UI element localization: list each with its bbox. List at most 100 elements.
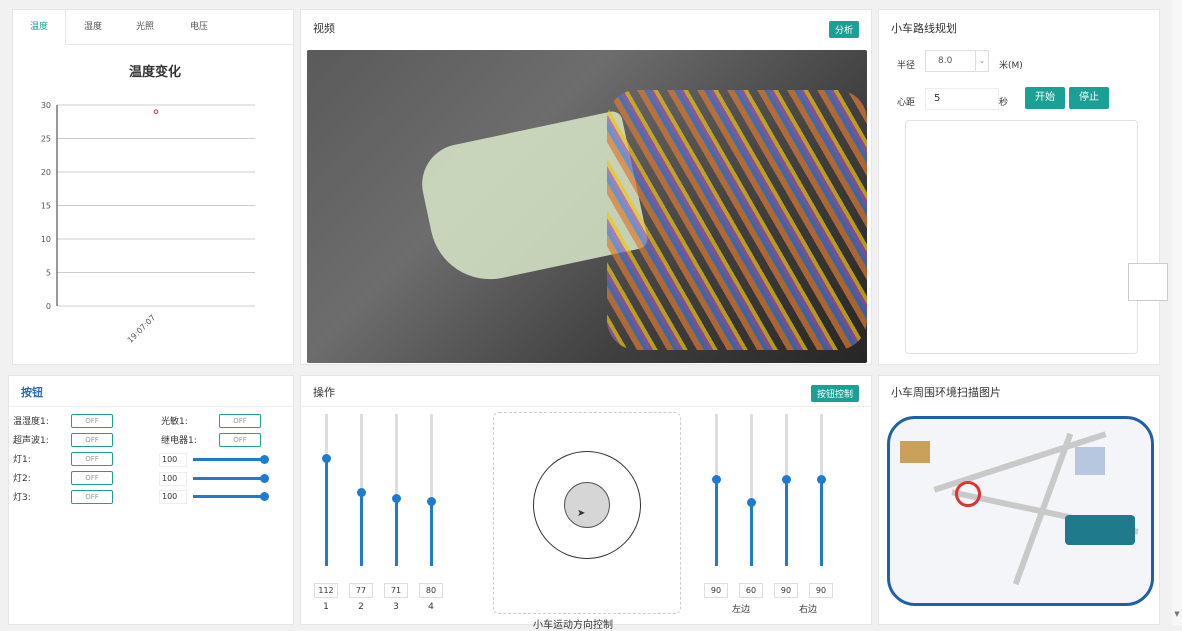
toggle-button[interactable]: OFF — [219, 433, 261, 447]
stop-button[interactable]: 停止 — [1069, 87, 1109, 109]
joystick-area[interactable]: ➤ — [493, 412, 681, 614]
y-tick-label: 30 — [41, 101, 51, 110]
radius-unit: 米(M) — [999, 61, 1023, 71]
video-stream-placeholder — [307, 50, 867, 363]
tab-light[interactable]: 光照 — [119, 10, 171, 42]
wheel-value-box[interactable]: 90 — [809, 583, 833, 598]
speed-input[interactable]: 5 — [925, 88, 999, 110]
route-title: 小车路线规划 — [891, 22, 957, 35]
slider-fill — [785, 479, 788, 566]
tab-voltage[interactable]: 电压 — [173, 10, 225, 42]
scan-panel: 小车周围环境扫描图片 — [878, 375, 1160, 625]
route-panel: 小车路线规划 半径 8.0 ⌄ 米(M) 心距 5 秒 开始 停止 — [878, 9, 1160, 365]
y-tick-label: 10 — [41, 235, 51, 244]
brightness-slider[interactable] — [193, 474, 269, 483]
slider-fill — [715, 479, 718, 566]
servo-value-box[interactable]: 80 — [419, 583, 443, 598]
slider-knob[interactable] — [782, 475, 791, 485]
data-point — [153, 109, 159, 115]
chart-panel: 温度 湿度 光照 电压 温度变化 0 5 10 15 20 25 30 19:07:07 — [12, 9, 294, 365]
scrollbar-arrow-icon[interactable]: ▼ — [1172, 610, 1182, 620]
y-tick-label: 5 — [46, 269, 51, 278]
floating-box[interactable] — [1128, 263, 1168, 301]
start-button[interactable]: 开始 — [1025, 87, 1065, 109]
y-tick-label: 20 — [41, 168, 51, 177]
y-tick-label: 25 — [41, 135, 51, 144]
scan-image-placeholder — [887, 416, 1154, 606]
servo-index-label: 2 — [358, 602, 364, 612]
toggle-button[interactable]: OFF — [71, 471, 113, 485]
wheel-slider[interactable] — [712, 414, 721, 566]
slider-fill — [325, 458, 328, 566]
video-title: 视频 — [313, 22, 335, 35]
slider-fill — [430, 500, 433, 566]
servo-value-box[interactable]: 71 — [384, 583, 408, 598]
sensor-label: 继电器1: — [161, 436, 197, 446]
brightness-slider[interactable] — [193, 492, 269, 501]
wheel-value-box[interactable]: 60 — [739, 583, 763, 598]
slider-knob[interactable] — [747, 498, 756, 508]
button-control-button[interactable]: 按钮控制 — [810, 385, 859, 402]
servo-slider[interactable] — [427, 414, 436, 566]
toggle-button[interactable]: OFF — [71, 414, 113, 428]
slider-knob[interactable] — [712, 475, 721, 485]
servo-value-box[interactable]: 112 — [314, 583, 338, 598]
ops-title: 操作 — [313, 386, 335, 399]
sensor-label: 温湿度1: — [13, 417, 49, 427]
ops-panel: 操作 按钮控制 112 1 77 2 71 3 80 4 90 60 90 90 左边 右边 ➤ 小… — [300, 375, 872, 631]
buttons-panel: 按钮 温湿度1: OFF 超声波1: OFF 灯1: OFF 灯2: OFF 灯… — [8, 375, 294, 625]
sensor-label: 灯1: — [13, 455, 31, 465]
slider-knob[interactable] — [817, 475, 826, 485]
capture-button[interactable]: 分析 — [828, 21, 859, 38]
toggle-button[interactable]: OFF — [219, 414, 261, 428]
y-tick-label: 15 — [41, 202, 51, 211]
servo-slider[interactable] — [392, 414, 401, 566]
sensor-label: 灯3: — [13, 493, 31, 503]
slider-fill — [360, 491, 363, 566]
y-tick-label: 0 — [46, 302, 51, 311]
servo-slider[interactable] — [357, 414, 366, 566]
left-group-label: 左边 — [731, 605, 750, 615]
slider-knob[interactable] — [260, 455, 269, 464]
slider-fill — [750, 502, 753, 566]
map-building-shape — [1065, 515, 1135, 545]
slider-knob[interactable] — [427, 496, 436, 506]
radius-select[interactable]: 8.0 ⌄ — [925, 50, 989, 72]
slider-knob[interactable] — [392, 493, 401, 503]
map-building-shape — [1075, 447, 1105, 475]
wheel-value-box[interactable]: 90 — [704, 583, 728, 598]
scrollbar-track[interactable] — [1172, 0, 1182, 625]
toggle-button[interactable]: OFF — [71, 433, 113, 447]
scan-title: 小车周围环境扫描图片 — [891, 386, 1001, 399]
slider-knob[interactable] — [260, 474, 269, 483]
buttons-divider — [9, 406, 293, 407]
cursor-icon: ➤ — [577, 508, 586, 519]
buttons-title: 按钮 — [21, 386, 43, 399]
route-textarea[interactable] — [905, 120, 1138, 354]
servo-slider[interactable] — [322, 414, 331, 566]
video-wires-shape — [607, 90, 867, 350]
wheel-slider[interactable] — [747, 414, 756, 566]
servo-value-box[interactable]: 77 — [349, 583, 373, 598]
toggle-button[interactable]: OFF — [71, 452, 113, 466]
tab-humidity[interactable]: 湿度 — [67, 10, 119, 42]
sensor-label: 灯2: — [13, 474, 31, 484]
slider-knob[interactable] — [357, 487, 366, 497]
joystick-knob[interactable] — [564, 482, 610, 528]
wheel-slider[interactable] — [817, 414, 826, 566]
speed-label: 心距 — [897, 98, 916, 108]
tab-temperature[interactable]: 温度 — [13, 10, 66, 46]
speed-unit: 秒 — [999, 98, 1009, 108]
slider-value: 100 — [159, 453, 187, 467]
video-panel: 视频 分析 — [300, 9, 872, 365]
radius-value: 8.0 — [938, 56, 953, 66]
brightness-slider[interactable] — [193, 455, 269, 464]
x-tick-label: 19:07:07 — [126, 313, 158, 345]
slider-knob[interactable] — [322, 454, 331, 464]
chart-title: 温度变化 — [129, 64, 181, 80]
chevron-down-icon: ⌄ — [975, 51, 988, 71]
wheel-slider[interactable] — [782, 414, 791, 566]
slider-knob[interactable] — [260, 492, 269, 501]
toggle-button[interactable]: OFF — [71, 490, 113, 504]
wheel-value-box[interactable]: 90 — [774, 583, 798, 598]
